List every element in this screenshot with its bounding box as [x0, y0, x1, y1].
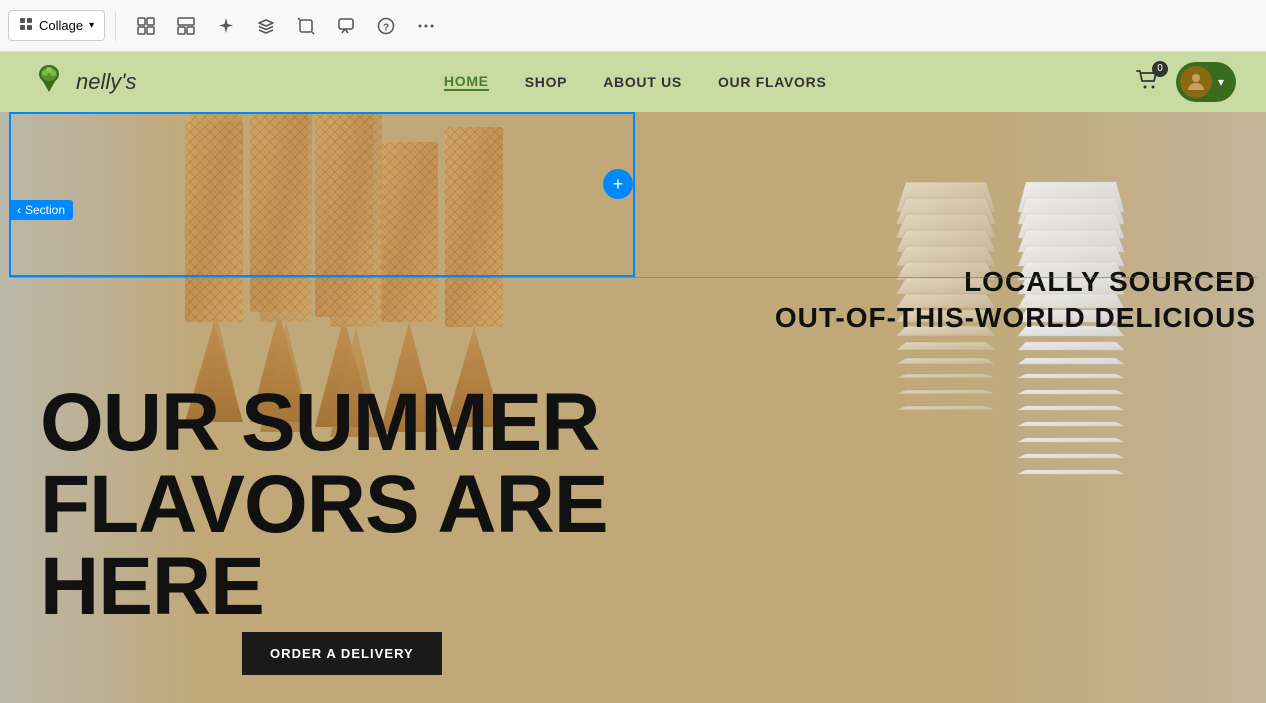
grid-small-icon — [19, 17, 33, 34]
hero-tagline: LOCALLY SOURCED OUT-OF-THIS-WORLD DELICI… — [775, 264, 1256, 337]
paper-cups-visual — [876, 162, 1256, 702]
chevron-down-icon: ▾ — [89, 20, 94, 31]
user-chevron-icon: ▾ — [1218, 75, 1224, 89]
crop-icon[interactable] — [292, 12, 320, 40]
add-section-button[interactable]: + — [603, 169, 633, 199]
site-header: nelly's HOME SHOP ABOUT US OUR FLAVORS 0… — [0, 52, 1266, 112]
layers-icon[interactable] — [252, 12, 280, 40]
section-tag[interactable]: ‹ Section — [9, 200, 73, 220]
editor-toolbar: Collage ▾ — [0, 0, 1266, 52]
site-logo: nelly's — [30, 63, 136, 101]
chevron-left-icon: ‹ — [17, 203, 21, 217]
section-tag-label: Section — [25, 203, 65, 217]
hero-headline-line2: FLAVORS ARE — [40, 464, 608, 546]
hero-headline-line3: HERE — [40, 546, 608, 628]
nav-item-home[interactable]: HOME — [444, 73, 489, 91]
collage-label: Collage — [39, 18, 83, 33]
add-icon: + — [613, 174, 624, 195]
nav-item-about[interactable]: ABOUT US — [603, 74, 682, 90]
cart-icon[interactable]: 0 — [1134, 67, 1160, 98]
ai-sparkle-icon[interactable] — [212, 12, 240, 40]
nav-item-flavors[interactable]: OUR FLAVORS — [718, 74, 827, 90]
toolbar-divider — [115, 11, 116, 41]
cta-button[interactable]: ORDER A DELIVERY — [242, 632, 442, 675]
layout-icon[interactable] — [132, 12, 160, 40]
svg-text:?: ? — [383, 22, 389, 33]
comment-icon[interactable] — [332, 12, 360, 40]
hero-headline: OUR SUMMER FLAVORS ARE HERE — [40, 382, 608, 628]
user-menu[interactable]: ▾ — [1176, 62, 1236, 102]
site-nav: HOME SHOP ABOUT US OUR FLAVORS — [444, 73, 827, 91]
nav-item-shop[interactable]: SHOP — [525, 74, 567, 90]
help-icon[interactable]: ? — [372, 12, 400, 40]
toolbar-icons: ? — [126, 12, 446, 40]
site-header-right: 0 ▾ — [1134, 62, 1236, 102]
toolbar-left: Collage ▾ — [0, 10, 454, 41]
collage-grid-icon[interactable] — [172, 12, 200, 40]
collage-dropdown[interactable]: Collage ▾ — [8, 10, 105, 41]
logo-icon — [30, 63, 68, 101]
user-avatar — [1180, 66, 1212, 98]
logo-text: nelly's — [76, 69, 136, 95]
cart-badge: 0 — [1152, 61, 1168, 77]
hero-headline-line1: OUR SUMMER — [40, 382, 608, 464]
tagline-line2: OUT-OF-THIS-WORLD DELICIOUS — [775, 300, 1256, 336]
more-options-icon[interactable] — [412, 12, 440, 40]
main-content: ‹ Section + LOCALLY SOURCED OUT-OF-THIS-… — [0, 112, 1266, 703]
section-divider-top — [9, 277, 1257, 278]
tagline-line1: LOCALLY SOURCED — [775, 264, 1256, 300]
hero-section: ‹ Section + LOCALLY SOURCED OUT-OF-THIS-… — [0, 112, 1266, 703]
